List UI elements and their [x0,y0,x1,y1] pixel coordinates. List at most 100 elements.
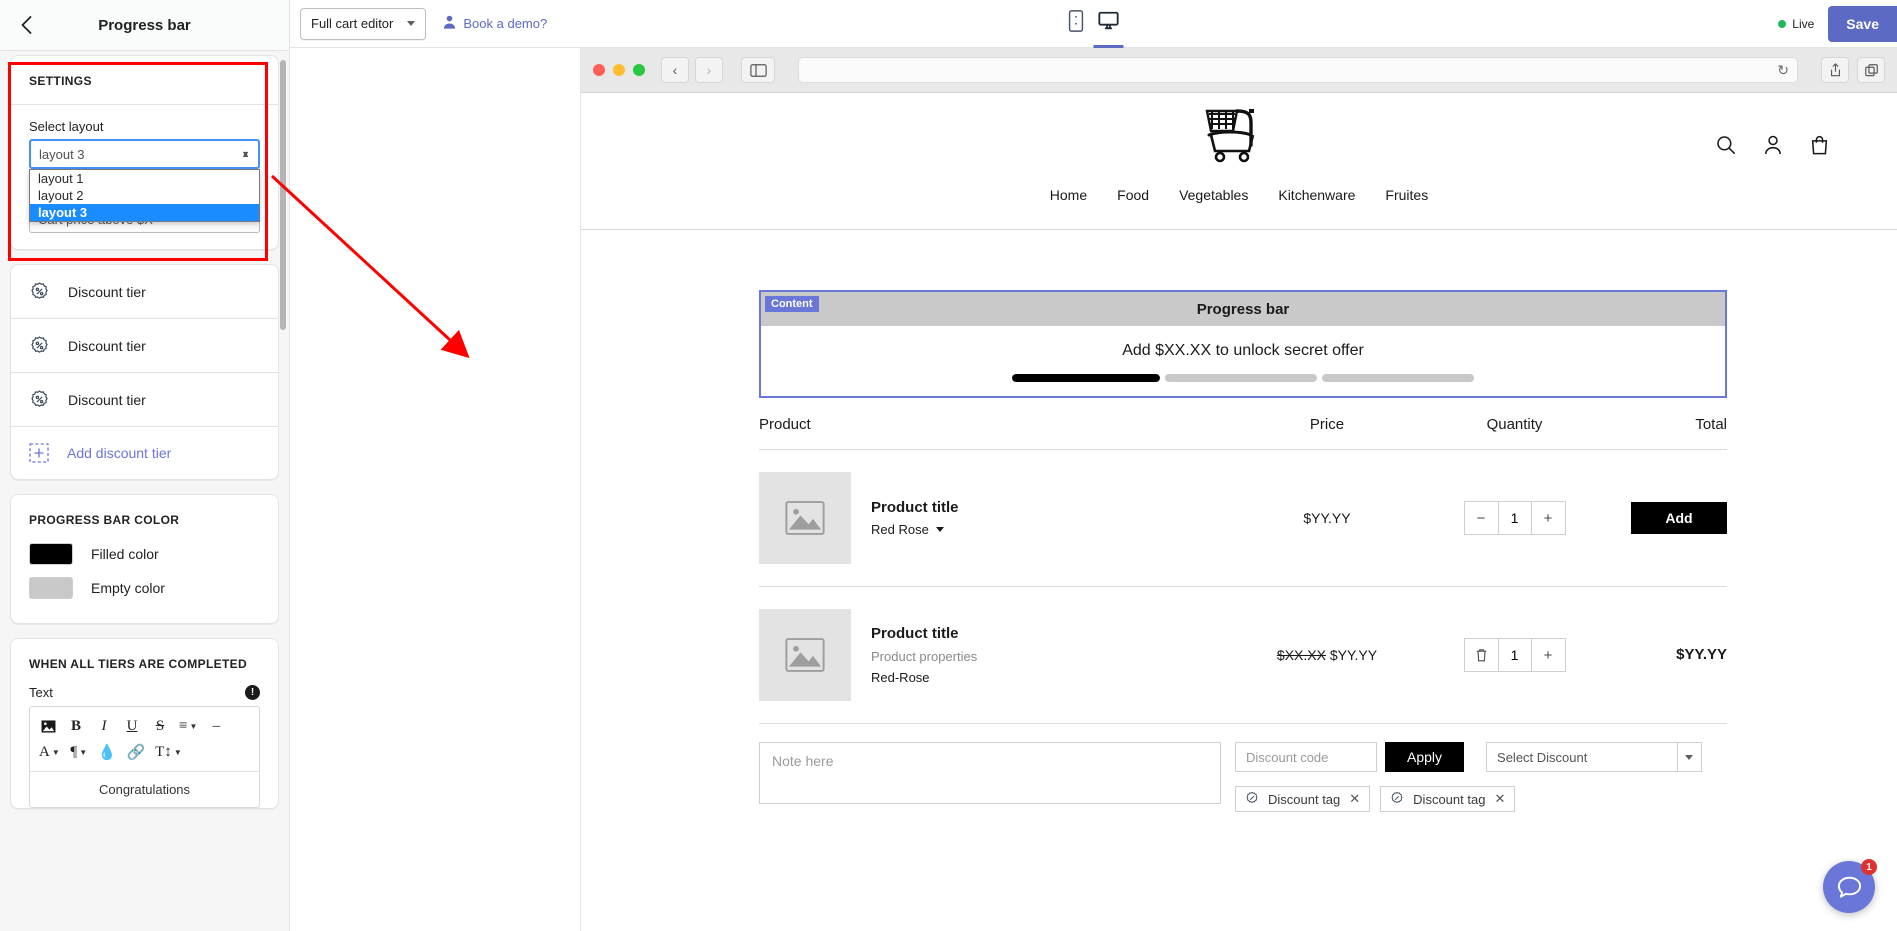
select-layout-label: Select layout [29,119,104,134]
empty-color-row[interactable]: Empty color [11,571,278,605]
discount-badge-icon [29,335,50,356]
apply-button[interactable]: Apply [1385,742,1465,772]
bag-icon[interactable] [1810,135,1829,160]
discount-tag[interactable]: Discount tag ✕ [1235,786,1371,812]
back-button[interactable] [6,5,46,45]
filled-color-swatch[interactable] [29,543,73,565]
tier-row[interactable]: Discount tier [11,319,278,373]
close-icon[interactable]: ✕ [1494,791,1505,807]
dropdown-option-3[interactable]: layout 3 [30,204,259,221]
browser-nav: ‹ › [661,57,723,83]
nav-item-food[interactable]: Food [1117,187,1149,203]
tier-row[interactable]: Discount tier [11,265,278,319]
editor-mode-select[interactable]: Full cart editor [300,7,427,40]
sidebar-header: Progress bar [0,0,289,51]
progress-segment [1165,374,1317,382]
quantity-value[interactable]: 1 [1497,502,1532,534]
device-desktop-button[interactable] [1093,0,1123,48]
strikethrough-button[interactable]: S [148,715,172,737]
progress-segment [1012,374,1160,382]
empty-color-swatch[interactable] [29,577,73,599]
store-navigation: Home Food Vegetables Kitchenware Fruites [581,187,1897,203]
account-icon[interactable] [1764,135,1782,160]
discount-tag[interactable]: Discount tag ✕ [1380,786,1516,812]
plus-icon[interactable]: + [1532,639,1565,671]
product-variant-select[interactable]: Red Rose [871,522,1232,537]
progress-message: Add $XX.XX to unlock secret offer [1122,342,1364,359]
select-discount-label: Select Discount [1497,749,1588,765]
caret-down-icon [935,527,944,532]
link-icon[interactable]: 🔗 [123,741,148,763]
plus-icon[interactable]: + [1532,502,1565,534]
info-icon[interactable]: ! [245,685,260,700]
layout-dropdown-list[interactable]: layout 1 layout 2 layout 3 [29,169,260,222]
empty-color-label: Empty color [91,580,165,596]
book-demo-link[interactable]: Book a demo? [442,14,547,33]
align-button[interactable]: ≡ ▼ [176,715,200,737]
search-icon[interactable] [1716,135,1736,160]
chat-widget-button[interactable]: 1 [1823,859,1877,913]
stepper[interactable]: 1 + [1463,638,1566,672]
stepper[interactable]: − 1 + [1463,501,1566,535]
live-status-dot [1778,19,1787,28]
note-input[interactable]: Note here [759,742,1221,804]
rich-text-editor[interactable]: B I U S ≡ ▼ – A ▼ ¶ ▼ 💧 🔗 T↕ ▼ Congratul… [29,706,260,808]
content-tag: Content [765,296,819,312]
add-discount-tier-button[interactable]: Add discount tier [11,427,278,479]
underline-button[interactable]: U [120,715,144,737]
minus-icon[interactable]: − [1465,502,1498,534]
layout-select[interactable]: layout 3 ▲ ▼ [29,139,260,169]
discount-tag-label: Discount tag [1268,791,1341,807]
font-color-button[interactable]: A ▼ [36,741,63,763]
droplet-icon[interactable]: 💧 [95,741,120,763]
save-button[interactable]: Save [1828,5,1897,42]
quantity-stepper[interactable]: − 1 + [1422,501,1607,535]
nav-item-home[interactable]: Home [1050,187,1087,203]
settings-heading: SETTINGS [29,74,92,88]
nav-item-kitchenware[interactable]: Kitchenware [1278,187,1355,203]
horizontal-rule-button[interactable]: – [204,715,228,737]
tier-row[interactable]: Discount tier [11,373,278,427]
product-thumbnail [759,472,851,564]
image-icon[interactable] [36,715,60,737]
discount-badge-icon [29,281,50,302]
store-logo [581,109,1897,169]
minimize-window-dot[interactable] [613,64,625,76]
copy-tabs-icon[interactable] [1857,57,1885,83]
address-bar[interactable]: ↻ [798,57,1798,83]
nav-item-fruites[interactable]: Fruites [1385,187,1428,203]
dropdown-option-1[interactable]: layout 1 [30,170,259,187]
mobile-icon [1068,10,1083,37]
share-icon[interactable] [1821,57,1849,83]
progress-bar-block[interactable]: Content Progress bar Add $XX.XX to unloc… [759,290,1727,398]
bold-button[interactable]: B [64,715,88,737]
nav-item-vegetables[interactable]: Vegetables [1179,187,1248,203]
progress-track [761,374,1725,382]
text-size-button[interactable]: T↕ ▼ [152,741,185,763]
trash-icon[interactable] [1465,639,1498,671]
close-window-dot[interactable] [593,64,605,76]
quantity-value[interactable]: 1 [1497,639,1532,671]
filled-color-row[interactable]: Filled color [11,537,278,571]
add-button[interactable]: Add [1631,502,1727,534]
editor-content[interactable]: Congratulations [30,772,259,807]
sidebar-scrollbar[interactable] [280,60,286,330]
maximize-window-dot[interactable] [633,64,645,76]
device-mobile-button[interactable] [1068,0,1083,48]
browser-back-button[interactable]: ‹ [661,57,689,83]
browser-forward-button[interactable]: › [695,57,723,83]
reload-icon[interactable]: ↻ [1777,62,1789,79]
quantity-stepper[interactable]: 1 + [1422,638,1607,672]
close-icon[interactable]: ✕ [1349,791,1360,807]
dropdown-option-2[interactable]: layout 2 [30,187,259,204]
product-price-original: $XX.XX [1276,647,1326,663]
select-discount-dropdown[interactable]: Select Discount [1486,742,1703,772]
store-header-icons [1716,135,1829,160]
paragraph-button[interactable]: ¶ ▼ [67,741,91,763]
discount-code-input[interactable]: Discount code [1235,742,1377,772]
cart-table-header: Product Price Quantity Total [759,398,1727,450]
sidebar-panel-icon[interactable] [741,57,775,83]
column-price: Price [1309,416,1345,433]
header-divider [581,229,1897,230]
italic-button[interactable]: I [92,715,116,737]
